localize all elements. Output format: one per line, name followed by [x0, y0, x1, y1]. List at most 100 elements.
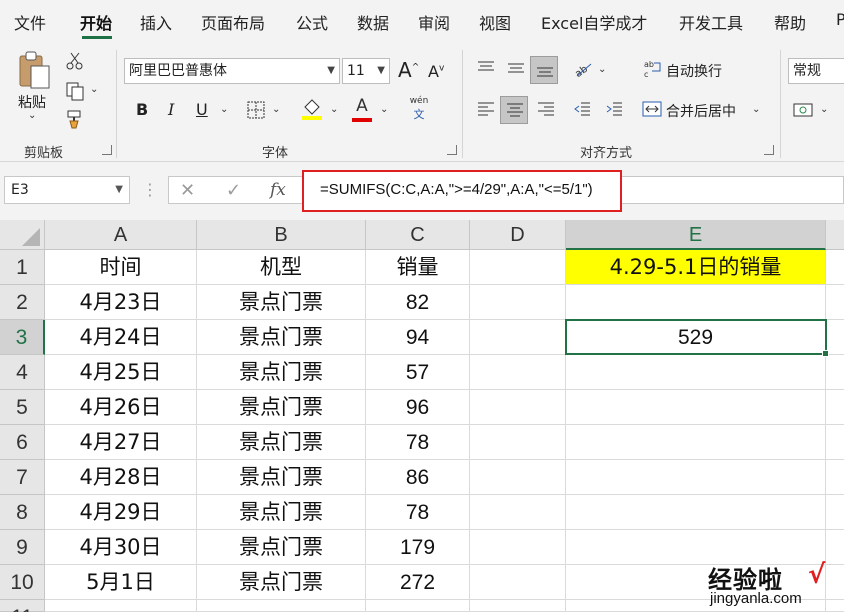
orientation-dropdown-icon[interactable]: ⌄ [598, 64, 606, 75]
tab-page-layout[interactable]: 页面布局 [201, 10, 265, 34]
cell-d3[interactable] [470, 320, 566, 355]
row-header-3[interactable]: 3 [0, 320, 45, 355]
cell-e3[interactable]: 529 [566, 320, 826, 355]
cell-a9[interactable]: 4月30日 [45, 530, 197, 565]
fill-handle[interactable] [822, 350, 829, 357]
cell-e2[interactable] [566, 285, 826, 320]
row-header-6[interactable]: 6 [0, 425, 45, 460]
shrink-font-icon[interactable]: Av [428, 62, 444, 81]
cell-a4[interactable]: 4月25日 [45, 355, 197, 390]
fill-color-dropdown-icon[interactable]: ⌄ [330, 104, 338, 115]
number-format-select[interactable]: 常规 [788, 58, 844, 84]
cell-c2[interactable]: 82 [366, 285, 470, 320]
row-header-11[interactable]: 11 [0, 600, 45, 612]
align-right-icon[interactable] [536, 99, 556, 119]
paste-dropdown-icon[interactable]: ⌄ [28, 110, 36, 121]
cell-c3[interactable]: 94 [366, 320, 470, 355]
cell-f2[interactable] [826, 285, 844, 320]
wrap-text-button[interactable]: 自动换行 [666, 61, 722, 81]
column-header-f[interactable] [826, 220, 844, 250]
cell-b11[interactable] [197, 600, 366, 612]
row-header-10[interactable]: 10 [0, 565, 45, 600]
format-painter-icon[interactable] [64, 108, 86, 130]
merge-dropdown-icon[interactable]: ⌄ [752, 104, 760, 115]
row-header-4[interactable]: 4 [0, 355, 45, 390]
bold-button[interactable]: B [136, 100, 148, 119]
cell-b5[interactable]: 景点门票 [197, 390, 366, 425]
tab-home[interactable]: 开始 [80, 10, 112, 34]
cell-d10[interactable] [470, 565, 566, 600]
increase-indent-icon[interactable] [604, 99, 624, 119]
phonetic-guide-icon[interactable]: wén 文 [404, 96, 434, 122]
cancel-icon[interactable]: ✕ [180, 180, 195, 201]
cell-a8[interactable]: 4月29日 [45, 495, 197, 530]
cell-b9[interactable]: 景点门票 [197, 530, 366, 565]
insert-function-icon[interactable]: fx [270, 180, 286, 200]
cell-e8[interactable] [566, 495, 826, 530]
cell-f5[interactable] [826, 390, 844, 425]
merge-center-icon[interactable] [641, 99, 663, 119]
wrap-text-icon[interactable]: ab c [644, 58, 664, 80]
column-header-e[interactable]: E [566, 220, 826, 250]
column-header-d[interactable]: D [470, 220, 566, 250]
cell-d6[interactable] [470, 425, 566, 460]
cell-f1[interactable] [826, 250, 844, 285]
enter-icon[interactable]: ✓ [226, 180, 241, 201]
cell-a3[interactable]: 4月24日 [45, 320, 197, 355]
tab-formulas[interactable]: 公式 [296, 10, 328, 34]
paste-icon[interactable] [16, 50, 52, 90]
cell-b6[interactable]: 景点门票 [197, 425, 366, 460]
cell-c7[interactable]: 86 [366, 460, 470, 495]
italic-button[interactable]: I [168, 100, 174, 119]
cell-a6[interactable]: 4月27日 [45, 425, 197, 460]
align-top-icon[interactable] [476, 58, 496, 78]
cell-b7[interactable]: 景点门票 [197, 460, 366, 495]
paste-label[interactable]: 粘贴 [18, 92, 46, 112]
cell-e7[interactable] [566, 460, 826, 495]
cell-d4[interactable] [470, 355, 566, 390]
font-name-select[interactable]: 阿里巴巴普惠体 ▼ [124, 58, 340, 84]
column-header-b[interactable]: B [197, 220, 366, 250]
cell-b8[interactable]: 景点门票 [197, 495, 366, 530]
row-header-7[interactable]: 7 [0, 460, 45, 495]
align-middle-icon[interactable] [506, 58, 526, 78]
clipboard-launcher-icon[interactable] [102, 145, 112, 155]
tab-help[interactable]: 帮助 [774, 10, 806, 34]
cell-d9[interactable] [470, 530, 566, 565]
cell-f7[interactable] [826, 460, 844, 495]
row-header-9[interactable]: 9 [0, 530, 45, 565]
tab-overflow[interactable]: P [836, 10, 844, 29]
cell-e6[interactable] [566, 425, 826, 460]
cell-a11[interactable] [45, 600, 197, 612]
cell-e5[interactable] [566, 390, 826, 425]
cell-a2[interactable]: 4月23日 [45, 285, 197, 320]
cell-a1[interactable]: 时间 [45, 250, 197, 285]
font-color-dropdown-icon[interactable]: ⌄ [380, 104, 388, 115]
accounting-dropdown-icon[interactable]: ⌄ [820, 104, 828, 115]
select-all-corner[interactable] [0, 220, 45, 250]
font-size-select[interactable]: 11 ▼ [342, 58, 390, 84]
row-header-5[interactable]: 5 [0, 390, 45, 425]
borders-dropdown-icon[interactable]: ⌄ [272, 104, 280, 115]
cell-f8[interactable] [826, 495, 844, 530]
font-launcher-icon[interactable] [447, 145, 457, 155]
font-color-icon[interactable]: A [350, 96, 374, 122]
cell-b2[interactable]: 景点门票 [197, 285, 366, 320]
cell-c5[interactable]: 96 [366, 390, 470, 425]
merge-center-button[interactable]: 合并后居中 [666, 101, 736, 121]
cell-a5[interactable]: 4月26日 [45, 390, 197, 425]
formula-input[interactable]: =SUMIFS(C:C,A:A,">=4/29",A:A,"<=5/1") [320, 181, 593, 198]
borders-icon[interactable] [246, 100, 266, 120]
cell-d8[interactable] [470, 495, 566, 530]
tab-excel-learning[interactable]: Excel自学成才 [541, 10, 647, 34]
cell-b4[interactable]: 景点门票 [197, 355, 366, 390]
more-options-icon[interactable]: ⋮ [142, 180, 158, 199]
tab-insert[interactable]: 插入 [140, 10, 172, 34]
cell-e1[interactable]: 4.29-5.1日的销量 [566, 250, 826, 285]
cell-c1[interactable]: 销量 [366, 250, 470, 285]
cell-d1[interactable] [470, 250, 566, 285]
cell-a10[interactable]: 5月1日 [45, 565, 197, 600]
cell-c9[interactable]: 179 [366, 530, 470, 565]
cell-d2[interactable] [470, 285, 566, 320]
tab-review[interactable]: 审阅 [418, 10, 450, 34]
